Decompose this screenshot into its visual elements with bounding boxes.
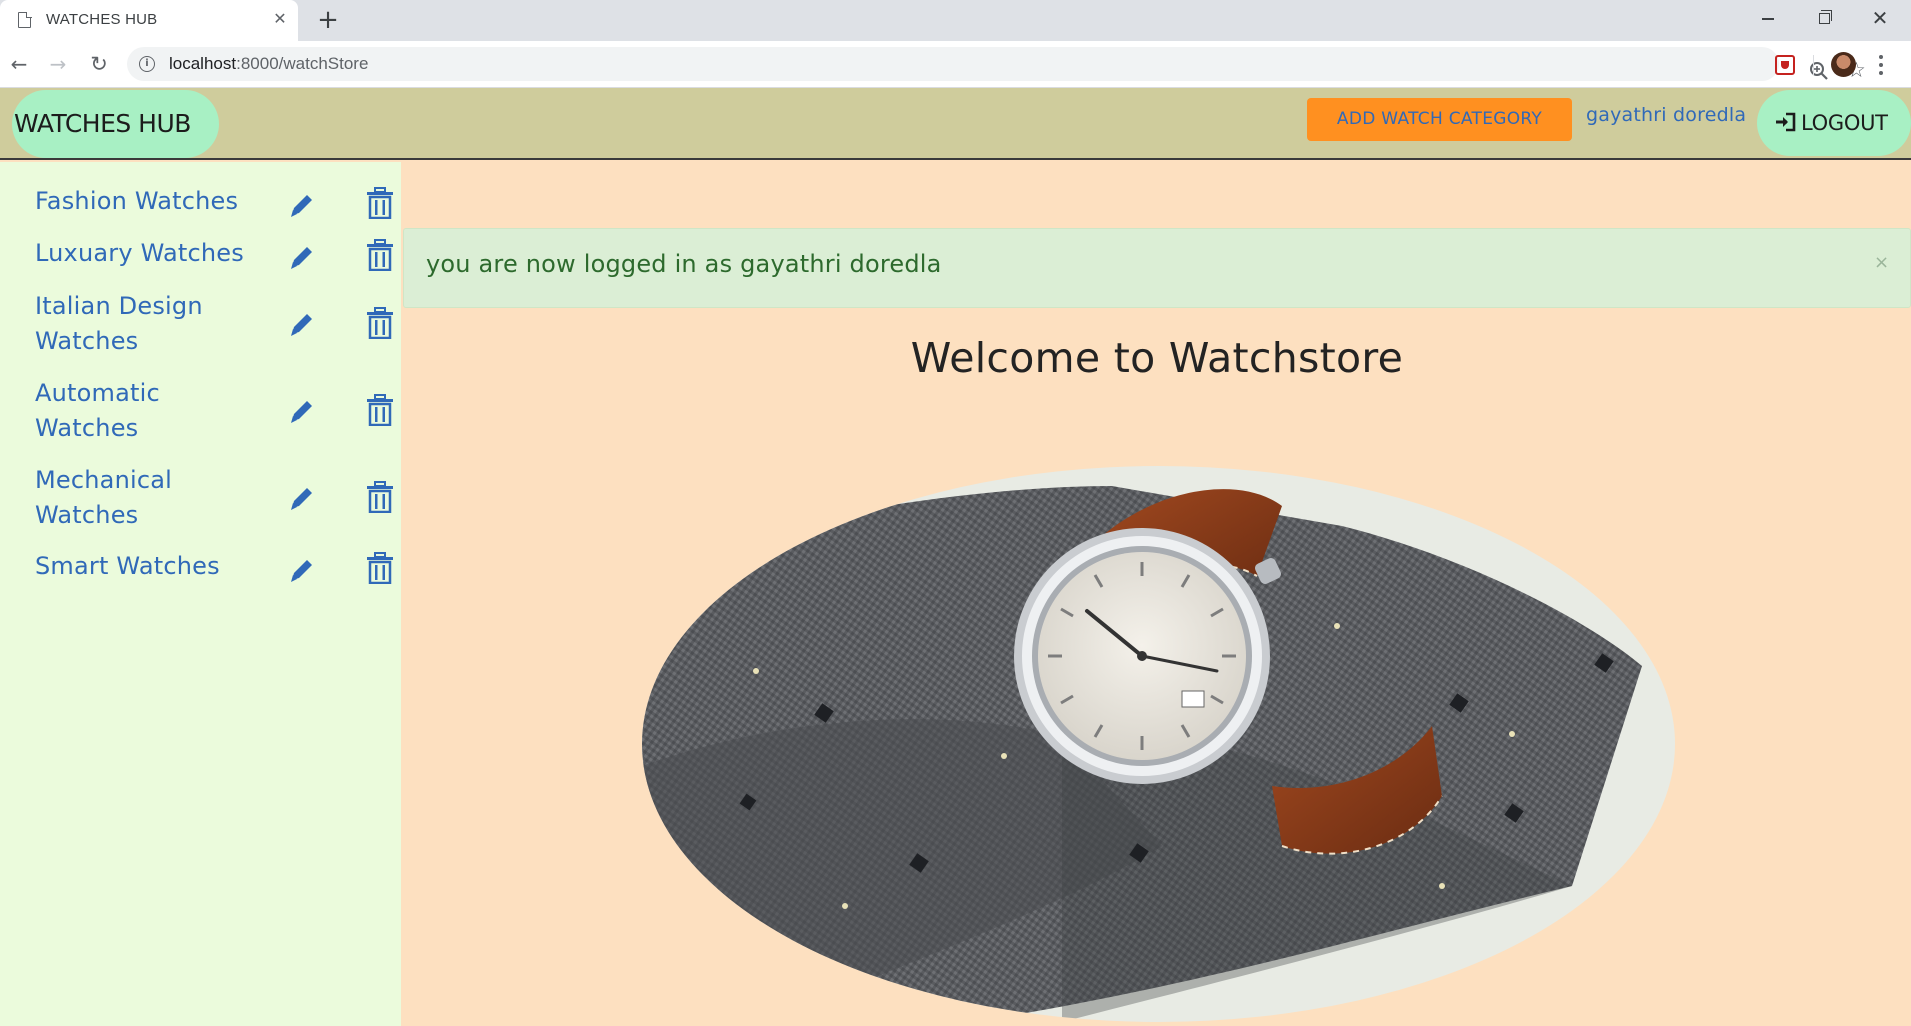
browser-toolbar: ← → ↻ i localhost:8000/watchStore ☆ bbox=[0, 41, 1911, 88]
new-tab-icon[interactable]: + bbox=[312, 6, 344, 36]
browser-tab-strip: WATCHES HUB ✕ + ✕ bbox=[0, 0, 1911, 41]
add-watch-category-button[interactable]: ADD WATCH CATEGORY bbox=[1307, 98, 1572, 141]
toolbar-divider bbox=[1813, 55, 1814, 75]
page-title: Welcome to Watchstore bbox=[910, 334, 1404, 382]
pencil-icon[interactable] bbox=[287, 483, 317, 513]
category-link[interactable]: Smart Watches bbox=[35, 549, 270, 584]
success-alert: you are now logged in as gayathri doredl… bbox=[403, 228, 1911, 308]
log-in-icon bbox=[1776, 112, 1796, 132]
pencil-icon[interactable] bbox=[287, 242, 317, 272]
category-link[interactable]: Italian Design Watches bbox=[35, 289, 270, 359]
window-minimize-button[interactable] bbox=[1740, 0, 1796, 38]
category-sidebar: Fashion Watches Luxuary Watches Italian … bbox=[0, 162, 401, 1026]
page-favicon-icon bbox=[18, 11, 32, 28]
back-icon[interactable]: ← bbox=[5, 51, 33, 79]
logout-label: LOGOUT bbox=[1801, 111, 1888, 135]
top-navbar: WATCHES HUB ADD WATCH CATEGORY gayathri … bbox=[0, 88, 1911, 160]
trash-icon[interactable] bbox=[366, 307, 394, 339]
category-link[interactable]: Luxuary Watches bbox=[35, 236, 270, 271]
window-restore-button[interactable] bbox=[1796, 0, 1852, 38]
main-content: you are now logged in as gayathri doredl… bbox=[403, 162, 1911, 1026]
browser-menu-icon[interactable] bbox=[1876, 53, 1886, 77]
url-path: :8000/watchStore bbox=[236, 54, 369, 73]
site-info-icon[interactable]: i bbox=[139, 56, 155, 72]
category-link[interactable]: Mechanical Watches bbox=[35, 463, 270, 533]
address-bar[interactable]: i localhost:8000/watchStore ☆ bbox=[127, 47, 1866, 82]
window-close-button[interactable]: ✕ bbox=[1852, 0, 1908, 38]
pencil-icon[interactable] bbox=[287, 190, 317, 220]
page: WATCHES HUB ADD WATCH CATEGORY gayathri … bbox=[0, 88, 1911, 1026]
pencil-icon[interactable] bbox=[287, 555, 317, 585]
pencil-icon[interactable] bbox=[287, 309, 317, 339]
watch-hero-image bbox=[642, 466, 1675, 1022]
extension-icon[interactable] bbox=[1775, 55, 1795, 75]
alert-close-icon[interactable]: × bbox=[1874, 251, 1889, 275]
reload-icon[interactable]: ↻ bbox=[85, 51, 113, 79]
trash-icon[interactable] bbox=[366, 481, 394, 513]
trash-icon[interactable] bbox=[366, 394, 394, 426]
trash-icon[interactable] bbox=[366, 187, 394, 219]
tab-close-icon[interactable]: ✕ bbox=[268, 7, 292, 31]
trash-icon[interactable] bbox=[366, 552, 394, 584]
category-link[interactable]: Automatic Watches bbox=[35, 376, 270, 446]
trash-icon[interactable] bbox=[366, 239, 394, 271]
alert-message: you are now logged in as gayathri doredl… bbox=[426, 250, 942, 278]
zoom-icon[interactable] bbox=[1808, 60, 1830, 82]
brand-logo-link[interactable]: WATCHES HUB bbox=[12, 90, 219, 158]
profile-avatar[interactable] bbox=[1831, 52, 1856, 77]
forward-icon[interactable]: → bbox=[44, 51, 72, 79]
url-text[interactable]: localhost:8000/watchStore bbox=[169, 54, 368, 74]
tab-title: WATCHES HUB bbox=[46, 11, 158, 28]
user-name-link[interactable]: gayathri doredla bbox=[1586, 104, 1746, 126]
pencil-icon[interactable] bbox=[287, 396, 317, 426]
minimize-icon bbox=[1762, 18, 1774, 20]
category-link[interactable]: Fashion Watches bbox=[35, 184, 270, 219]
url-host: localhost bbox=[169, 54, 237, 73]
browser-tab[interactable]: WATCHES HUB ✕ bbox=[0, 0, 298, 41]
logout-button[interactable]: LOGOUT bbox=[1757, 90, 1911, 156]
restore-icon bbox=[1819, 10, 1832, 24]
